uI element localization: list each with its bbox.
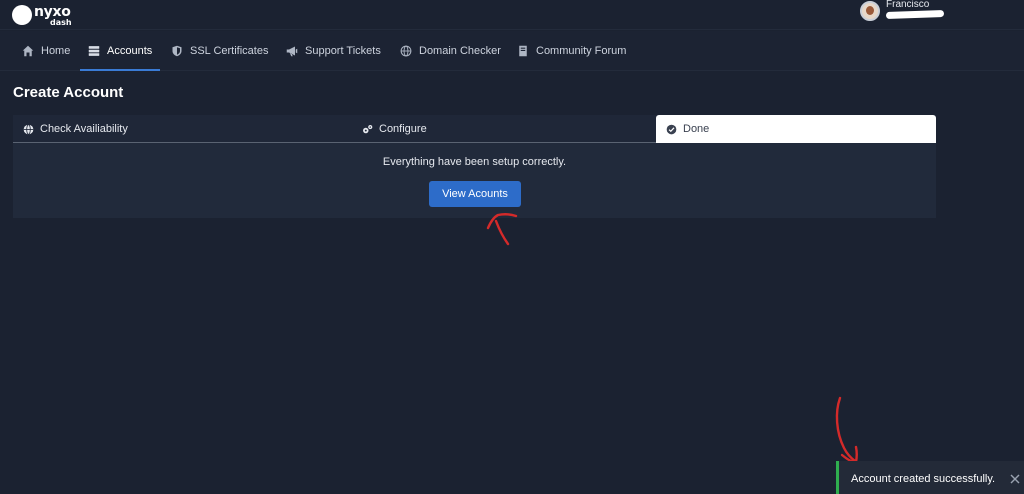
- step-configure[interactable]: Configure: [362, 115, 427, 143]
- wizard-stepper: Check Availiability Configure Done: [13, 115, 936, 143]
- step-done[interactable]: Done: [656, 115, 936, 143]
- user-menu[interactable]: Francisco: [860, 0, 980, 26]
- top-bar: nyxo dash Francisco: [0, 0, 1024, 30]
- annotation-arrows: [486, 213, 858, 464]
- view-accounts-button[interactable]: View Acounts: [429, 181, 521, 207]
- app-logo[interactable]: nyxo dash: [12, 2, 92, 28]
- done-panel: Everything have been setup correctly. Vi…: [13, 143, 936, 218]
- nav-item-accounts[interactable]: Accounts: [79, 31, 161, 71]
- server-icon: [88, 46, 100, 56]
- step-check-availability[interactable]: Check Availiability: [23, 115, 128, 143]
- logo-sub: dash: [50, 18, 72, 27]
- nav-item-label: Support Tickets: [305, 45, 381, 57]
- toast-close-button[interactable]: [1009, 472, 1021, 484]
- nav-item-label: Home: [41, 45, 71, 57]
- main-nav: Home Accounts SSL Certificates Support T…: [0, 31, 1024, 71]
- nav-item-community-forum[interactable]: Community Forum: [517, 31, 626, 71]
- annotation-arrow-toast: [835, 396, 858, 464]
- user-name: Francisco: [886, 0, 930, 10]
- globe-icon: [23, 123, 34, 135]
- annotation-arrow-button: [486, 213, 518, 246]
- cogs-icon: [363, 124, 373, 133]
- book-icon: [519, 45, 527, 57]
- redaction-mark: [885, 9, 945, 20]
- check-circle-icon: [666, 124, 677, 134]
- logo-mark: [12, 5, 32, 25]
- nav-item-domain-checker[interactable]: Domain Checker: [400, 31, 501, 71]
- nav-item-label: Accounts: [107, 45, 153, 57]
- nav-item-label: SSL Certificates: [190, 45, 269, 57]
- home-icon: [22, 45, 34, 57]
- nav-item-label: Domain Checker: [419, 45, 501, 57]
- nav-item-label: Community Forum: [536, 45, 627, 57]
- close-icon: [1010, 474, 1020, 484]
- step-label: Check Availiability: [40, 123, 128, 135]
- step-label: Configure: [379, 123, 427, 135]
- globe-icon: [400, 45, 412, 57]
- success-toast: Account created successfully.: [836, 461, 1024, 494]
- nav-item-ssl-certificates[interactable]: SSL Certificates: [171, 31, 268, 71]
- megaphone-icon: [286, 46, 298, 57]
- success-message: Everything have been setup correctly.: [382, 156, 567, 168]
- nav-item-home[interactable]: Home: [22, 31, 70, 71]
- avatar[interactable]: [860, 1, 880, 21]
- shield-icon: [172, 45, 182, 57]
- step-label: Done: [683, 123, 710, 135]
- toast-message: Account created successfully.: [851, 473, 996, 485]
- nav-item-support-tickets[interactable]: Support Tickets: [286, 31, 381, 71]
- page-title: Create Account: [13, 84, 124, 101]
